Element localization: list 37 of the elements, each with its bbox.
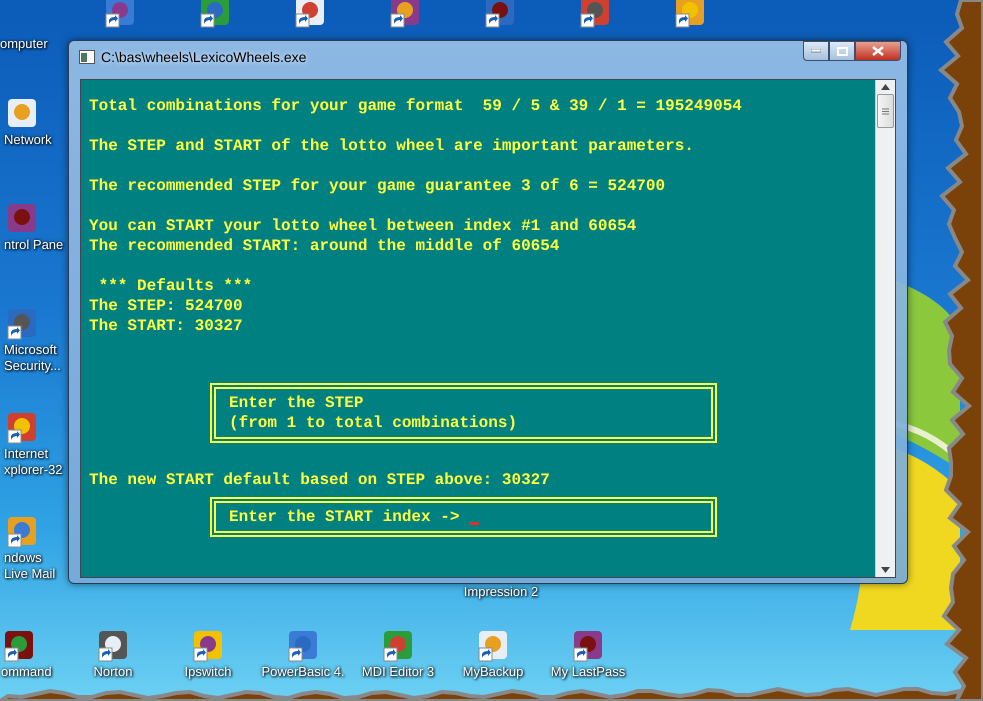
minimize-button[interactable] — [803, 41, 829, 61]
console-line: Total combinations for your game format 59 / 5 & 39 / 1 = 195249054 — [89, 97, 742, 115]
icon-label[interactable]: PowerBasic 4. — [261, 664, 345, 680]
console-line: The recommended START: around the middle of 60654 — [89, 237, 560, 255]
close-icon — [872, 46, 884, 56]
prompt-text: (from 1 to total combinations) — [229, 414, 518, 432]
console-line: You can START your lotto wheel between index #1 and 60654 — [89, 217, 636, 235]
prompt-text: Enter the START index -> — [229, 508, 460, 526]
icon-label[interactable]: omputer — [0, 36, 48, 52]
minimize-icon — [811, 49, 821, 53]
console-line: The recommended STEP for your game guarantee 3 of 6 = 524700 — [89, 177, 666, 195]
icon-label[interactable]: My LastPass — [550, 664, 626, 680]
icon-label[interactable]: ommand — [1, 664, 52, 680]
console-line: The START: 30327 — [89, 317, 243, 335]
maximize-icon — [836, 46, 848, 56]
scroll-down-icon[interactable] — [881, 567, 890, 573]
console-line: *** Defaults *** — [98, 277, 252, 295]
close-button[interactable] — [855, 41, 901, 61]
icon-label[interactable]: Network — [4, 132, 52, 148]
window-title: C:\bas\wheels\LexicoWheels.exe — [101, 49, 306, 65]
scroll-up-icon[interactable] — [881, 84, 890, 90]
icon-label[interactable]: Internet xplorer-32 — [4, 446, 66, 478]
console-line: The STEP and START of the lotto wheel are important parameters. — [89, 137, 694, 155]
maximize-button[interactable] — [829, 41, 855, 61]
icon-label[interactable]: MyBackup — [462, 664, 524, 680]
console-app-icon — [79, 50, 95, 64]
scroll-thumb[interactable] — [877, 94, 894, 128]
icon-label[interactable]: ntrol Pane — [4, 237, 64, 253]
console-line: The STEP: 524700 — [89, 297, 243, 315]
console-line: The new START default based on STEP above: 30327 — [89, 471, 550, 489]
icon-label[interactable]: Ipswitch — [184, 664, 232, 680]
prompt-text: Enter the STEP — [229, 394, 364, 412]
icon-label[interactable]: ndows Live Mail — [4, 550, 66, 582]
icon-label[interactable]: MDI Editor 3 — [362, 664, 434, 680]
icon-label[interactable]: Impression 2 — [464, 584, 538, 600]
icon-label[interactable]: Microsoft Security... — [4, 342, 66, 374]
icon-label[interactable]: Norton — [93, 664, 133, 680]
